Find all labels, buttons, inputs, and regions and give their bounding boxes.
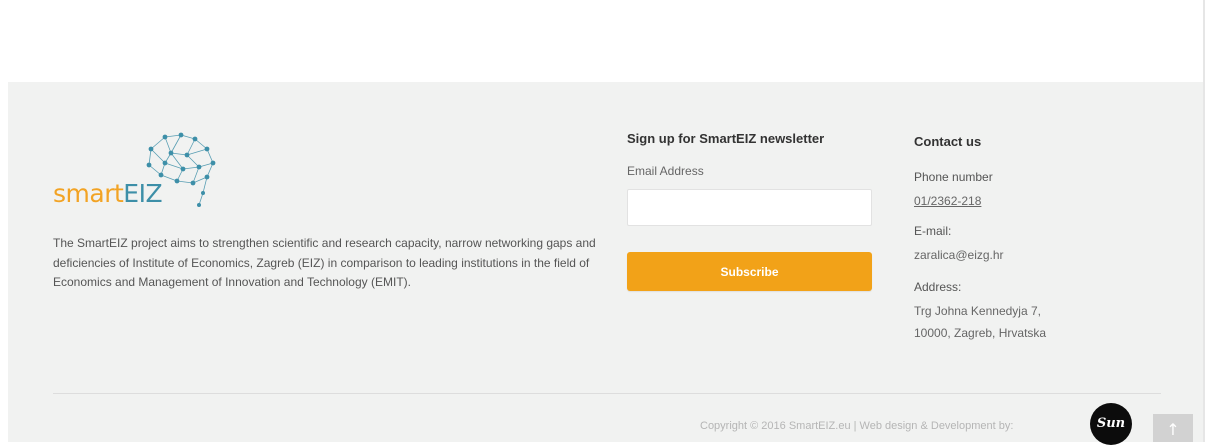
phone-label: Phone number [914,170,993,184]
email-label: E-mail: [914,224,952,238]
address-line-2: 10000, Zagreb, Hrvatska [914,326,1047,340]
arrow-up-icon: ↑ [1166,420,1180,439]
logo-eiz: EIZ [123,179,163,208]
footer-divider [53,393,1161,394]
newsletter-email-input[interactable] [627,189,872,226]
logo-wordmark: smartEIZ [53,179,163,208]
subscribe-button[interactable]: Subscribe [627,252,872,291]
scroll-to-top-button[interactable]: ↑ [1153,414,1193,442]
developer-logo[interactable]: Sun [1090,403,1132,445]
site-footer: smartEIZ The SmartEIZ project aims to st… [8,82,1203,445]
address-label: Address: [914,280,962,294]
logo-smart: smart [53,179,124,208]
newsletter-email-label: Email Address [627,164,704,178]
newsletter-title: Sign up for SmartEIZ newsletter [627,131,825,146]
address-line-1: Trg Johna Kennedyja 7, [914,304,1041,318]
contact-email[interactable]: zaralica@eizg.hr [914,245,1004,265]
project-description: The SmartEIZ project aims to strengthen … [53,236,596,289]
phone-link[interactable]: 01/2362-218 [914,191,981,211]
contact-title: Contact us [914,134,982,149]
smarteiz-logo[interactable]: smartEIZ [53,127,223,217]
copyright-text: Copyright © 2016 SmartEIZ.eu | Web desig… [700,420,1014,432]
